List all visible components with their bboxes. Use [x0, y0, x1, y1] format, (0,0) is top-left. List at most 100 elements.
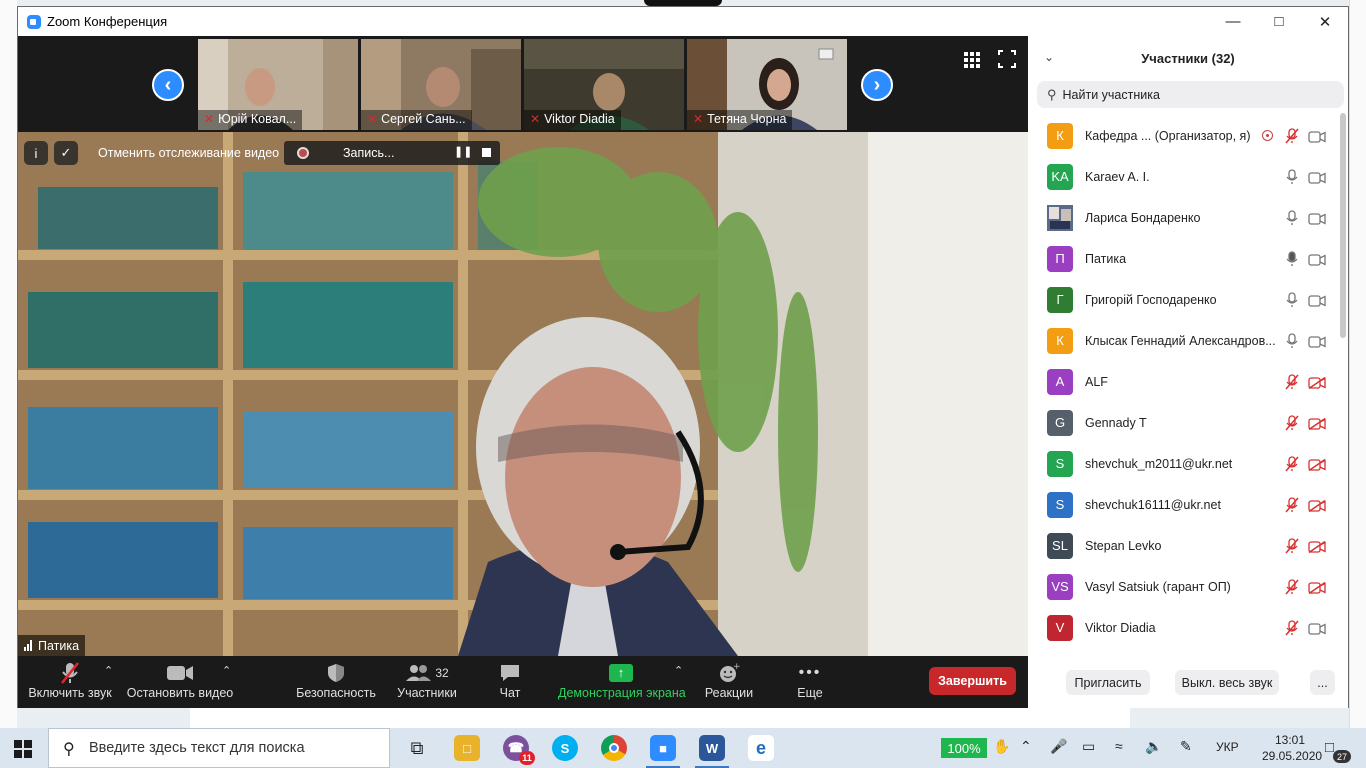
video-camera-icon[interactable] — [1308, 171, 1326, 184]
video-camera-icon[interactable] — [1308, 253, 1326, 266]
video-camera-icon[interactable] — [1308, 622, 1326, 635]
wifi-icon[interactable]: ≈ — [1115, 738, 1123, 754]
muted-mic-icon[interactable] — [1285, 455, 1299, 472]
video-thumbnail[interactable]: ✕ Тетяна Чорна — [687, 39, 847, 130]
muted-mic-icon[interactable] — [1285, 619, 1299, 636]
mic-icon[interactable] — [1285, 168, 1299, 185]
language-indicator[interactable]: УКР — [1216, 740, 1239, 754]
muted-mic-icon[interactable] — [1285, 414, 1299, 431]
zoom-taskbar-icon[interactable]: ■ — [646, 735, 680, 768]
svg-text:+: + — [733, 662, 740, 672]
info-icon[interactable]: i — [24, 141, 48, 165]
muted-mic-icon[interactable] — [1285, 127, 1299, 144]
video-off-icon[interactable] — [1308, 540, 1326, 553]
close-button[interactable]: ✕ — [1302, 7, 1348, 36]
participant-row[interactable]: Sshevchuk_m2011@ukr.net — [1028, 443, 1338, 484]
muted-mic-icon[interactable] — [1285, 496, 1299, 513]
file-explorer-icon[interactable]: □ — [454, 735, 480, 761]
participant-row[interactable]: К Кафедра ... (Организатор, я) — [1028, 115, 1338, 156]
battery-icon[interactable]: ▭ — [1082, 738, 1095, 755]
participants-button[interactable]: 32 Участники — [394, 660, 460, 706]
mic-icon[interactable] — [1285, 209, 1299, 226]
shield-icon[interactable]: ✓ — [54, 141, 78, 165]
more-button[interactable]: ••• Еще — [794, 660, 826, 706]
video-thumbnail[interactable]: ✕ Сергей Сань... — [361, 39, 521, 130]
participant-row[interactable]: SL Stepan Levko — [1028, 525, 1338, 566]
invite-button[interactable]: Пригласить — [1066, 670, 1150, 695]
participant-row[interactable]: Лариса Бондаренко — [1028, 197, 1338, 238]
participant-row[interactable]: G Gennady T — [1028, 402, 1338, 443]
participant-name: shevchuk16111@ukr.net — [1085, 497, 1221, 512]
muted-mic-icon: ✕ — [693, 112, 704, 126]
mic-icon[interactable] — [1285, 332, 1299, 349]
task-view-icon[interactable]: ⧉ — [404, 735, 430, 761]
reactions-button[interactable]: + Реакции — [704, 660, 754, 706]
next-page-button[interactable]: › — [861, 69, 893, 101]
participant-row[interactable]: П Патика — [1028, 238, 1338, 279]
video-off-icon[interactable] — [1308, 417, 1326, 430]
video-off-icon[interactable] — [1308, 499, 1326, 512]
video-area: ‹ ✕ Юрій Ковал... ✕ Сергей Сань... ✕ Vik… — [18, 36, 1028, 708]
zoom-level-badge[interactable]: 100% — [941, 738, 987, 758]
gallery-view-icon[interactable] — [964, 52, 980, 68]
maximize-button[interactable]: □ — [1256, 7, 1302, 36]
edge-icon[interactable]: e — [748, 735, 774, 761]
chevron-up-icon[interactable]: ⌃ — [1020, 738, 1032, 755]
minimize-button[interactable]: — — [1210, 7, 1256, 36]
participants-panel-title: Участники (32) — [1141, 51, 1235, 66]
audio-options-caret[interactable]: ⌃ — [104, 664, 113, 677]
unmute-button[interactable]: Включить звук — [26, 660, 114, 706]
pen-icon[interactable]: ✎ — [1180, 738, 1192, 755]
participant-row[interactable]: V Viktor Diadia — [1028, 607, 1338, 648]
video-camera-icon[interactable] — [1308, 294, 1326, 307]
taskbar-search-input[interactable]: ⚲ Введите здесь текст для поиска — [48, 728, 390, 768]
participant-row[interactable]: Sshevchuk16111@ukr.net — [1028, 484, 1338, 525]
panel-more-button[interactable]: ... — [1310, 670, 1335, 695]
muted-mic-icon[interactable] — [1285, 578, 1299, 595]
share-options-caret[interactable]: ⌃ — [674, 664, 683, 677]
microphone-icon[interactable]: 🎤 — [1050, 738, 1067, 755]
participant-row[interactable]: Г Григорій Господаренко — [1028, 279, 1338, 320]
chat-button[interactable]: Чат — [490, 660, 530, 706]
video-thumbnail[interactable]: ✕ Юрій Ковал... — [198, 39, 358, 130]
mute-all-button[interactable]: Выкл. весь звук — [1175, 670, 1279, 695]
prev-page-button[interactable]: ‹ — [152, 69, 184, 101]
participant-row[interactable]: VS Vasyl Satsiuk (гарант ОП) — [1028, 566, 1338, 607]
video-camera-icon[interactable] — [1308, 335, 1326, 348]
video-off-icon[interactable] — [1308, 376, 1326, 389]
participant-row[interactable]: KA Karaev A. I. — [1028, 156, 1338, 197]
participant-search-input[interactable]: ⚲ Найти участника — [1037, 81, 1344, 108]
windows-start-icon[interactable] — [14, 740, 32, 763]
participant-name: Gennady T — [1085, 415, 1147, 430]
participants-icon: 32 — [394, 660, 460, 686]
stop-recording-icon[interactable] — [482, 148, 491, 157]
unpin-video-label[interactable]: Отменить отслеживание видео — [98, 146, 279, 160]
word-icon[interactable]: W — [695, 735, 729, 768]
mic-icon[interactable] — [1285, 291, 1299, 308]
chrome-icon[interactable] — [601, 735, 627, 761]
participants-scrollbar[interactable] — [1340, 113, 1346, 338]
viber-icon[interactable]: ☎ 11 — [503, 735, 535, 765]
participant-name: Лариса Бондаренко — [1085, 210, 1201, 225]
share-screen-button[interactable]: ↑ Демонстрация экрана — [558, 660, 686, 706]
end-meeting-button[interactable]: Завершить — [929, 667, 1016, 695]
video-camera-icon[interactable] — [1308, 212, 1326, 225]
skype-icon[interactable]: S — [552, 735, 578, 761]
video-off-icon[interactable] — [1308, 581, 1326, 594]
mic-icon[interactable] — [1285, 250, 1299, 267]
muted-mic-icon[interactable] — [1285, 373, 1299, 390]
video-thumbnail[interactable]: ✕ Viktor Diadia — [524, 39, 684, 130]
fullscreen-icon[interactable] — [997, 49, 1017, 69]
video-camera-icon[interactable] — [1308, 130, 1326, 143]
video-off-icon[interactable] — [1308, 458, 1326, 471]
touch-icon: ✋ — [993, 738, 1011, 754]
stop-video-button[interactable]: Остановить видео — [124, 660, 236, 706]
clock[interactable]: 13:01 29.05.2020 — [1262, 732, 1322, 764]
muted-mic-icon[interactable] — [1285, 537, 1299, 554]
volume-icon[interactable]: 🔈 — [1145, 738, 1162, 755]
security-button[interactable]: Безопасность — [296, 660, 376, 706]
pause-recording-icon[interactable]: ❚❚ — [454, 145, 472, 158]
participant-row[interactable]: A ALF — [1028, 361, 1338, 402]
participant-row[interactable]: К Клысак Геннадий Александров... — [1028, 320, 1338, 361]
video-options-caret[interactable]: ⌃ — [222, 664, 231, 677]
